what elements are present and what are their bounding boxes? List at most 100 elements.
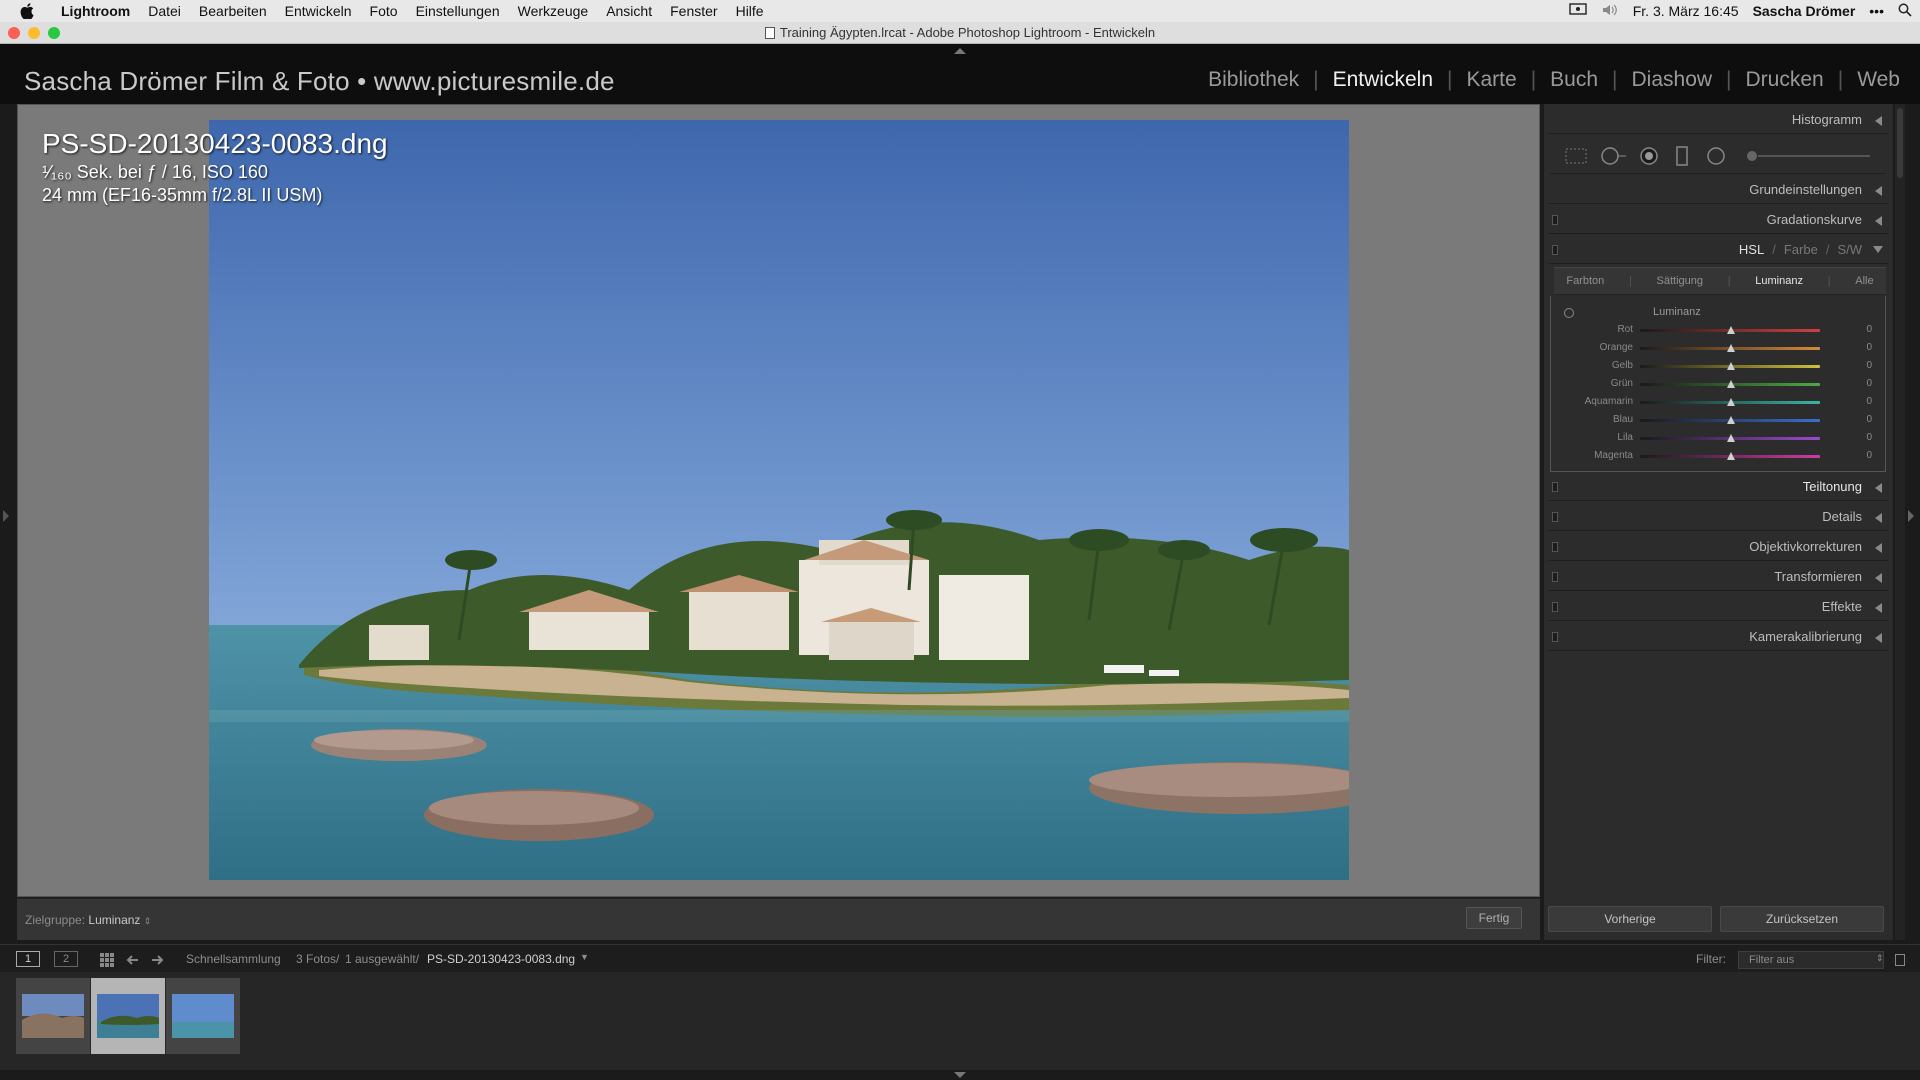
collapse-triangle-icon[interactable] <box>1875 483 1882 493</box>
close-window-icon[interactable] <box>8 27 20 39</box>
panel-tone-curve[interactable]: Gradationskurve <box>1548 206 1888 234</box>
subtab-farbton[interactable]: Farbton <box>1566 275 1604 287</box>
hsl-slider-value[interactable]: 0 <box>1856 342 1872 353</box>
filmstrip-thumbnail[interactable] <box>16 978 90 1054</box>
hsl-slider-handle[interactable] <box>1727 398 1735 406</box>
crop-tool-icon[interactable] <box>1564 146 1588 166</box>
panel-toggle-switch[interactable] <box>1552 632 1558 642</box>
hsl-slider-handle[interactable] <box>1727 362 1735 370</box>
menu-app-lightroom[interactable]: Lightroom <box>52 0 139 22</box>
hsl-slider-handle[interactable] <box>1727 434 1735 442</box>
menu-werkzeuge[interactable]: Werkzeuge <box>509 0 598 22</box>
hsl-tab-hsl[interactable]: HSL <box>1739 242 1764 257</box>
subtab-saettigung[interactable]: Sättigung <box>1657 275 1703 287</box>
forward-arrow-icon[interactable] <box>150 953 164 967</box>
module-buch[interactable]: Buch <box>1536 68 1612 92</box>
filename-dropdown-icon[interactable]: ▼ <box>580 952 589 962</box>
panel-toggle-switch[interactable] <box>1552 215 1558 225</box>
hsl-slider-value[interactable]: 0 <box>1856 396 1872 407</box>
hsl-slider-value[interactable]: 0 <box>1856 360 1872 371</box>
right-panel-scrollbar[interactable] <box>1895 104 1905 940</box>
left-panel-toggle-icon[interactable] <box>3 510 9 522</box>
hsl-slider-value[interactable]: 0 <box>1856 378 1872 389</box>
collapse-triangle-icon[interactable] <box>1875 513 1882 523</box>
filter-dropdown-icon[interactable]: ⇕ <box>1876 953 1884 964</box>
spot-removal-icon[interactable] <box>1598 146 1628 166</box>
hsl-slider-row[interactable]: Orange 0 <box>1551 340 1887 358</box>
module-web[interactable]: Web <box>1843 68 1914 92</box>
hsl-slider-value[interactable]: 0 <box>1856 450 1872 461</box>
panel-histogram[interactable]: Histogramm <box>1548 106 1888 134</box>
reset-button[interactable]: Zurücksetzen <box>1720 906 1884 932</box>
back-arrow-icon[interactable] <box>126 953 140 967</box>
menubar-clock[interactable]: Fr. 3. März 16:45 <box>1633 3 1739 19</box>
volume-icon[interactable] <box>1601 3 1619 20</box>
target-group-value[interactable]: Luminanz <box>88 913 140 927</box>
targeted-adjustment-icon[interactable] <box>1564 308 1574 318</box>
red-eye-icon[interactable] <box>1638 146 1660 166</box>
radial-filter-icon[interactable] <box>1704 146 1728 166</box>
loupe-view[interactable]: PS-SD-20130423-0083.dng ¹⁄₁₆₀ Sek. bei ƒ… <box>17 104 1540 897</box>
grid-view-icon[interactable] <box>100 953 114 967</box>
filmstrip-thumbnail-selected[interactable] <box>91 978 165 1054</box>
source-collection[interactable]: Schnellsammlung <box>186 952 281 966</box>
collapse-triangle-icon[interactable] <box>1875 573 1882 583</box>
filter-select[interactable]: Filter aus <box>1738 951 1884 969</box>
collapse-triangle-icon[interactable] <box>1875 543 1882 553</box>
hsl-slider-handle[interactable] <box>1727 344 1735 352</box>
collapse-triangle-icon[interactable] <box>1875 633 1882 643</box>
hsl-slider-handle[interactable] <box>1727 380 1735 388</box>
hsl-slider-row[interactable]: Gelb 0 <box>1551 358 1887 376</box>
zoom-window-icon[interactable] <box>48 27 60 39</box>
panel-hsl[interactable]: HSL / Farbe / S/W <box>1548 236 1888 264</box>
graduated-filter-icon[interactable] <box>1674 146 1690 166</box>
panel-toggle-switch[interactable] <box>1552 245 1558 255</box>
panel-lens-corrections[interactable]: Objektivkorrekturen <box>1548 533 1888 561</box>
hsl-slider-value[interactable]: 0 <box>1856 324 1872 335</box>
panel-toggle-switch[interactable] <box>1552 602 1558 612</box>
panel-toggle-switch[interactable] <box>1552 512 1558 522</box>
hsl-tab-farbe[interactable]: Farbe <box>1784 242 1818 257</box>
panel-effects[interactable]: Effekte <box>1548 593 1888 621</box>
module-diashow[interactable]: Diashow <box>1618 68 1727 92</box>
expand-triangle-icon[interactable] <box>1873 246 1883 253</box>
monitor-1-button[interactable]: 1 <box>16 951 40 967</box>
menubar-more-icon[interactable]: ••• <box>1869 3 1884 19</box>
hsl-slider-row[interactable]: Magenta 0 <box>1551 448 1887 466</box>
hsl-slider-handle[interactable] <box>1727 452 1735 460</box>
module-drucken[interactable]: Drucken <box>1732 68 1838 92</box>
menu-ansicht[interactable]: Ansicht <box>597 0 661 22</box>
previous-button[interactable]: Vorherige <box>1548 906 1712 932</box>
filter-lock-icon[interactable] <box>1895 954 1905 966</box>
module-bibliothek[interactable]: Bibliothek <box>1194 68 1313 92</box>
target-group[interactable]: Zielgruppe: Luminanz ⇕ <box>25 913 151 927</box>
screen-mirroring-icon[interactable] <box>1569 2 1587 20</box>
hsl-slider-handle[interactable] <box>1727 326 1735 334</box>
menu-datei[interactable]: Datei <box>139 0 190 22</box>
menu-fenster[interactable]: Fenster <box>661 0 726 22</box>
apple-icon[interactable] <box>20 2 38 20</box>
hsl-slider-handle[interactable] <box>1727 416 1735 424</box>
panel-toggle-switch[interactable] <box>1552 542 1558 552</box>
menu-foto[interactable]: Foto <box>361 0 407 22</box>
monitor-2-button[interactable]: 2 <box>54 951 78 967</box>
hsl-slider-row[interactable]: Aquamarin 0 <box>1551 394 1887 412</box>
subtab-alle[interactable]: Alle <box>1855 275 1873 287</box>
panel-transform[interactable]: Transformieren <box>1548 563 1888 591</box>
panel-toggle-switch[interactable] <box>1552 572 1558 582</box>
menubar-user[interactable]: Sascha Drömer <box>1753 3 1856 19</box>
panel-basic[interactable]: Grundeinstellungen <box>1548 176 1888 204</box>
hsl-slider-row[interactable]: Grün 0 <box>1551 376 1887 394</box>
hsl-slider-value[interactable]: 0 <box>1856 414 1872 425</box>
collapse-triangle-icon[interactable] <box>1875 186 1882 196</box>
top-panel-toggle-icon[interactable] <box>954 48 966 54</box>
right-panel-toggle-icon[interactable] <box>1908 510 1914 522</box>
panel-split-toning[interactable]: Teiltonung <box>1548 473 1888 501</box>
filmstrip-thumbnail[interactable] <box>166 978 240 1054</box>
collapse-triangle-icon[interactable] <box>1875 603 1882 613</box>
hsl-slider-row[interactable]: Lila 0 <box>1551 430 1887 448</box>
main-photo[interactable] <box>209 120 1349 880</box>
panel-toggle-switch[interactable] <box>1552 482 1558 492</box>
done-button[interactable]: Fertig <box>1466 907 1522 929</box>
collapse-triangle-icon[interactable] <box>1875 216 1882 226</box>
